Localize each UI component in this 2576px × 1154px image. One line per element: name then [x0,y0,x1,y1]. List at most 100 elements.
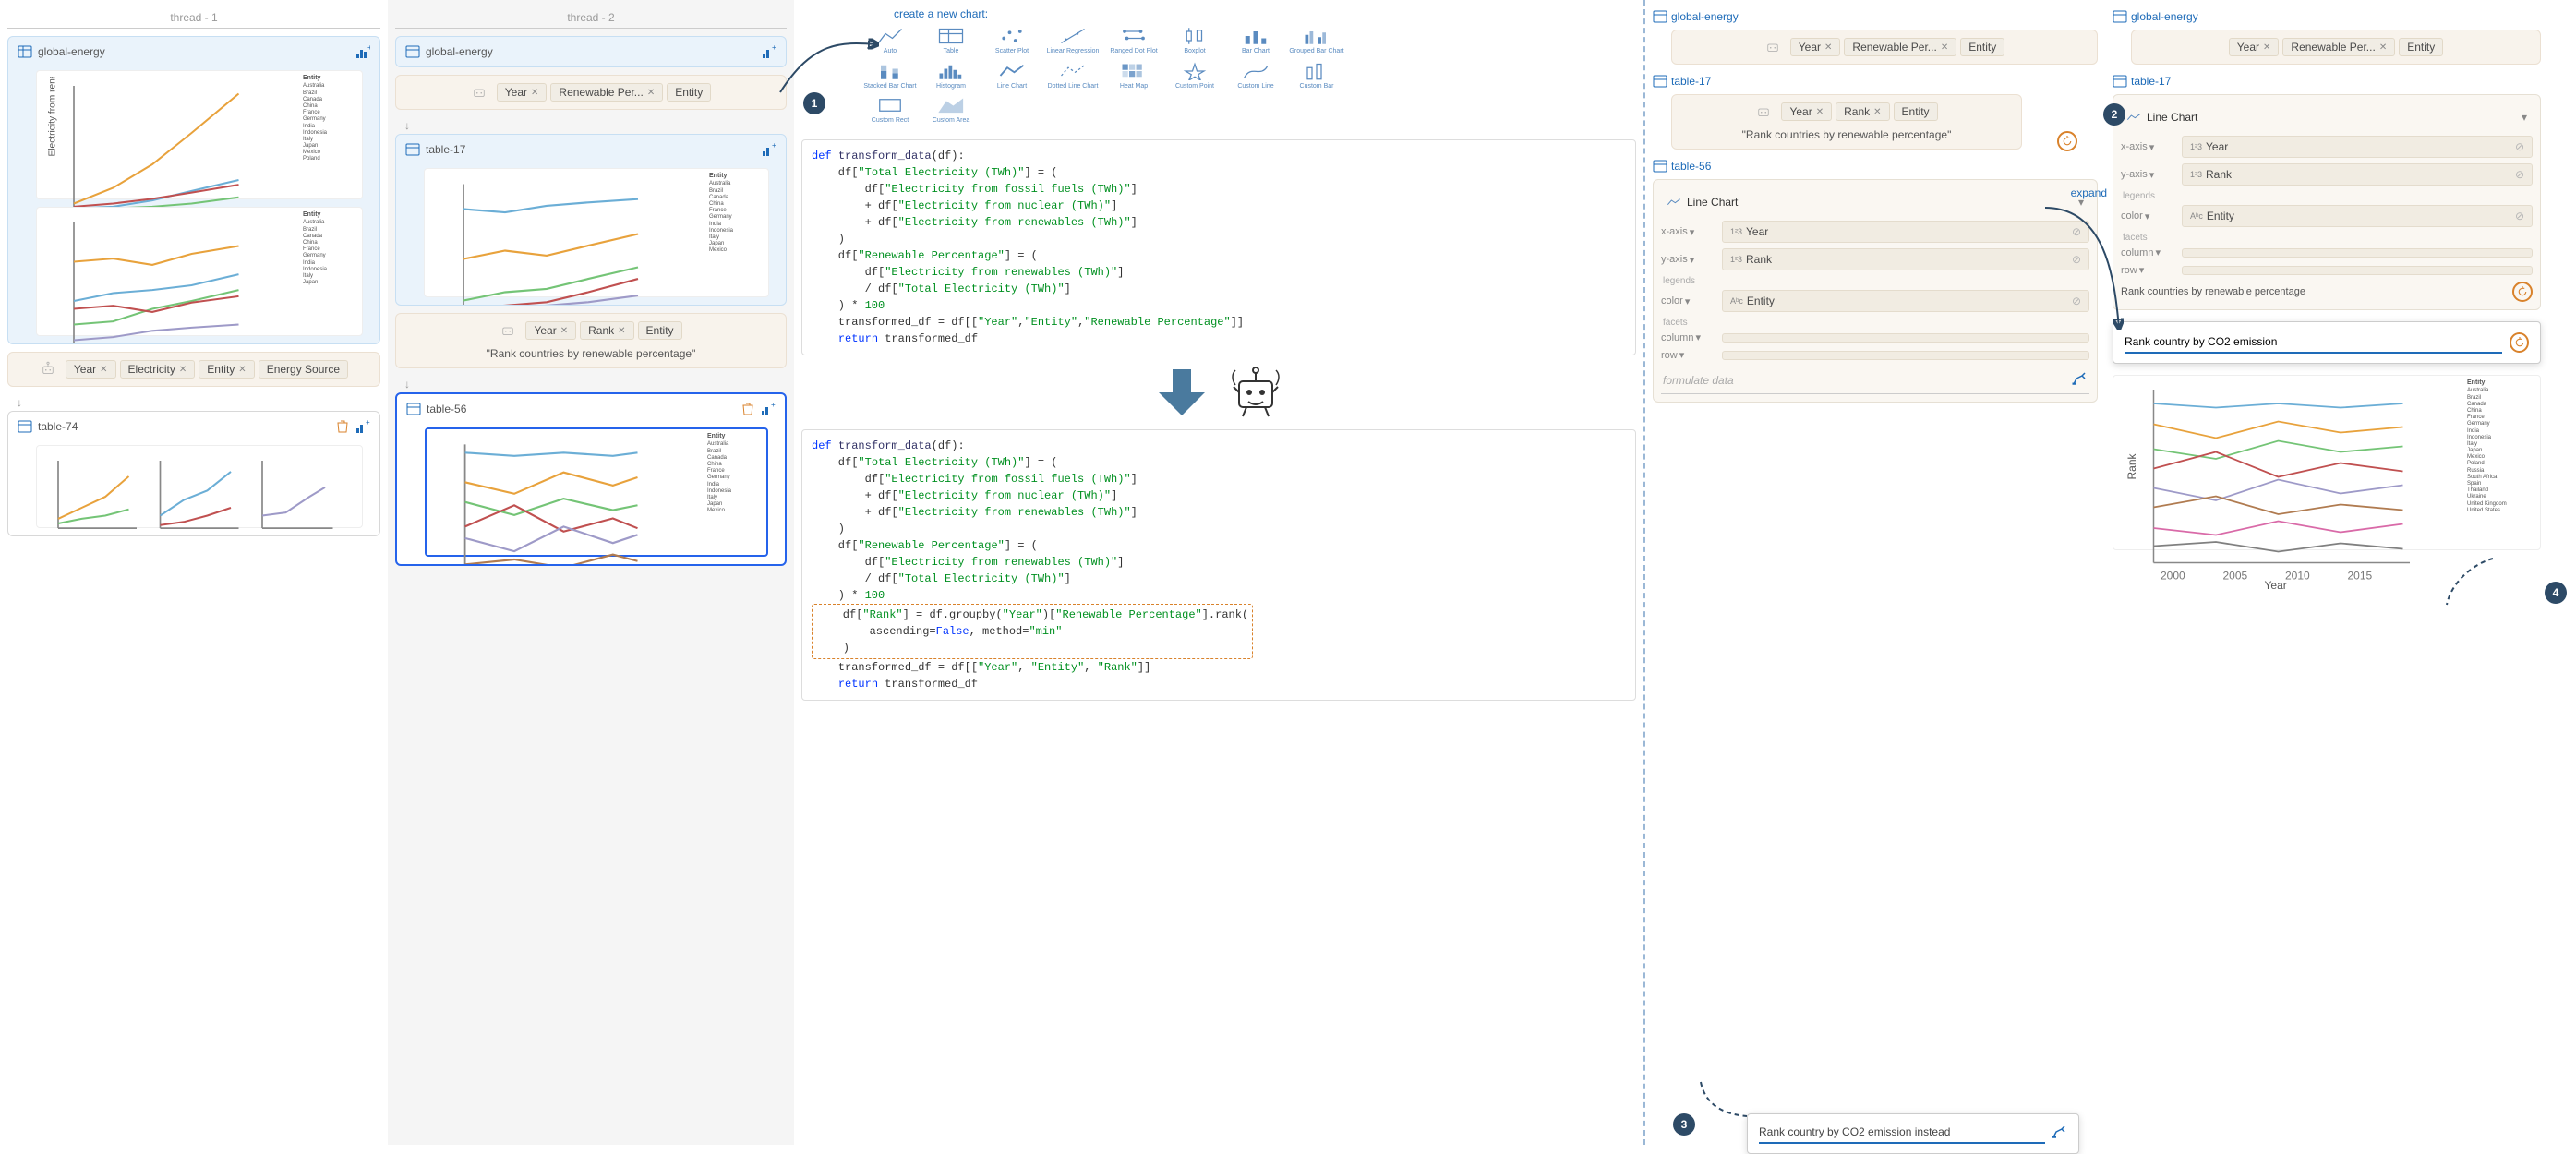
tag[interactable]: Year✕ [497,83,548,102]
refresh-icon[interactable] [2057,131,2077,151]
add-chart-icon[interactable]: + [355,419,370,434]
x-axis-row[interactable]: x-axis ▾ 1²3Year⊘ [1661,221,2089,243]
table-17-link[interactable]: table-17 [1653,72,2098,94]
chart-type-dottedline[interactable]: Dotted Line Chart [1045,61,1101,90]
chart-type-histogram[interactable]: Histogram [923,61,979,90]
chart-type-heatmap[interactable]: Heat Map [1106,61,1162,90]
table-icon [1653,9,1667,24]
tag-card-t1[interactable]: Year✕ Electricity✕ Entity✕ Energy Source [7,352,380,387]
tag-card-r2[interactable]: Year✕ Rank✕ Entity "Rank countries by re… [1671,94,2022,150]
row-row[interactable]: row ▾ [1661,349,2089,361]
thread-2-column: thread - 2 global-energy + Year✕ Renewab… [388,0,794,1145]
rank-chart-preview[interactable]: Rank 2000 2005 2010 2015 Year Entity Aus… [2113,375,2541,550]
column-row[interactable]: column ▾ [1661,331,2089,343]
color-row[interactable]: color ▾ AᵇcEntity⊘ [1661,290,2089,312]
tag-card-t2b[interactable]: Year✕ Rank✕ Entity "Rank countries by re… [395,313,787,368]
x-axis-row[interactable]: x-axis ▾ 1²3Year⊘ [2121,136,2533,158]
table-56-link[interactable]: table-56 [1653,157,2098,179]
refresh-icon[interactable] [2512,282,2533,302]
remove-tag-icon[interactable]: ✕ [179,365,187,375]
flow-arrow-icon: ↓ [395,117,787,134]
tag[interactable]: Entity [1894,102,1938,121]
y-axis-row[interactable]: y-axis ▾ 1²3Rank⊘ [1661,248,2089,270]
robot-arm-icon[interactable] [2051,1124,2067,1143]
tag[interactable]: Energy Source [259,360,348,379]
table-56-card[interactable]: table-56 + 2000 2005 2010 2015 Yea [395,392,787,566]
row-row[interactable]: row ▾ [2121,264,2533,276]
table-name: table-74 [38,420,330,433]
tag[interactable]: Rank✕ [580,321,633,340]
tag[interactable]: Entity [1960,38,2004,56]
legends-label: legends [1663,276,2089,286]
t1-chart-3[interactable] [36,445,363,528]
tag[interactable]: Entity [2399,38,2443,56]
chart-type-boxplot[interactable]: Boxplot [1167,26,1222,55]
chart-config-panel-2: Line Chart ▾ x-axis ▾ 1²3Year⊘ y-axis ▾ … [2113,94,2541,310]
robot-arm-icon[interactable] [2071,370,2088,390]
tag[interactable]: Year✕ [66,360,116,379]
t2-chart-1[interactable]: 2000 2005 2010 2015 Year Entity Australi… [424,168,769,297]
datasource-link[interactable]: global-energy [2113,7,2541,30]
t1-chart-1[interactable]: Electricity from renewables (TWh) 2000 2… [36,70,363,199]
line-chart-icon [1667,195,1681,210]
formulate-text-input[interactable] [2125,331,2502,354]
tag-card-t2a[interactable]: Year✕ Renewable Per...✕ Entity [395,75,787,110]
formulate-input[interactable]: formulate data [1661,367,2089,394]
table-74-card[interactable]: table-74 + [7,411,380,536]
chart-type-scatter[interactable]: Scatter Plot [984,26,1040,55]
add-chart-icon[interactable]: + [762,44,776,59]
tag[interactable]: Electricity✕ [120,360,196,379]
table-17-link[interactable]: table-17 [2113,72,2541,94]
tag-card-r3[interactable]: Year✕ Renewable Per...✕ Entity [2131,30,2541,65]
trash-icon[interactable] [335,419,350,434]
tag[interactable]: Year✕ [1790,38,1841,56]
datasource-card-t2[interactable]: global-energy + [395,36,787,67]
tag[interactable]: Entity✕ [199,360,254,379]
column-row[interactable]: column ▾ [2121,246,2533,258]
chart-type-custompoint[interactable]: Custom Point [1167,61,1222,90]
chart-type-table[interactable]: Table [923,26,979,55]
add-chart-icon[interactable]: + [761,402,776,416]
add-chart-icon[interactable]: + [762,142,776,157]
tag[interactable]: Entity [667,83,711,102]
datasource-name: global-energy [38,45,350,58]
tag[interactable]: Year✕ [2229,38,2280,56]
chart-type-linreg[interactable]: Linear Regression [1045,26,1101,55]
expand-arrow [2040,203,2124,335]
tag[interactable]: Renewable Per...✕ [1844,38,1956,56]
t2-chart-2[interactable]: 2000 2005 2010 2015 Year Entity Australi… [425,427,768,557]
chevron-down-icon[interactable]: ▾ [2522,111,2527,124]
refresh-icon[interactable] [2510,332,2529,353]
tag[interactable]: Entity [638,321,682,340]
remove-tag-icon[interactable]: ✕ [100,365,107,375]
table-icon [18,44,32,59]
tag[interactable]: Renewable Per...✕ [550,83,663,102]
chart-type-rangeddot[interactable]: Ranged Dot Plot [1106,26,1162,55]
thread-1-column: thread - 1 global-energy + Electricity f… [0,0,388,1145]
tag[interactable]: Rank✕ [1836,102,1889,121]
robot-icon [40,361,56,378]
remove-tag-icon[interactable]: ✕ [238,365,246,375]
tag[interactable]: Renewable Per...✕ [2282,38,2395,56]
t1-chart-2[interactable]: 2000 2005 2010 2015 Year Entity Australi… [36,207,363,336]
table-17-card[interactable]: table-17 + 2000 2005 2010 2015 Year [395,134,787,306]
color-row[interactable]: color ▾ AᵇcEntity⊘ [2121,205,2533,227]
add-chart-icon[interactable]: + [355,44,370,59]
tag[interactable]: Year✕ [1781,102,1832,121]
svg-text:2005: 2005 [2223,570,2248,583]
chart-type-palette: Auto Table Scatter Plot Linear Regressio… [857,20,1636,130]
chart-type-custombar[interactable]: Custom Bar [1289,61,1344,90]
y-axis-row[interactable]: y-axis ▾ 1²3Rank⊘ [2121,163,2533,186]
datasource-card-t1[interactable]: global-energy + Electricity from renewab… [7,36,380,344]
chart-type-line[interactable]: Line Chart [984,61,1040,90]
table-icon [1653,159,1667,174]
datasource-link[interactable]: global-energy [1653,7,2098,30]
chart-type-groupbar[interactable]: Grouped Bar Chart [1289,26,1344,55]
trash-icon[interactable] [740,402,755,416]
chart-type-bar[interactable]: Bar Chart [1228,26,1283,55]
tag-card-r1[interactable]: Year✕ Renewable Per...✕ Entity [1671,30,2098,65]
arrow-to-chart-types [776,37,886,104]
chart-type-customline[interactable]: Custom Line [1228,61,1283,90]
tag[interactable]: Year✕ [525,321,576,340]
chart-type-customarea[interactable]: Custom Area [923,95,979,125]
